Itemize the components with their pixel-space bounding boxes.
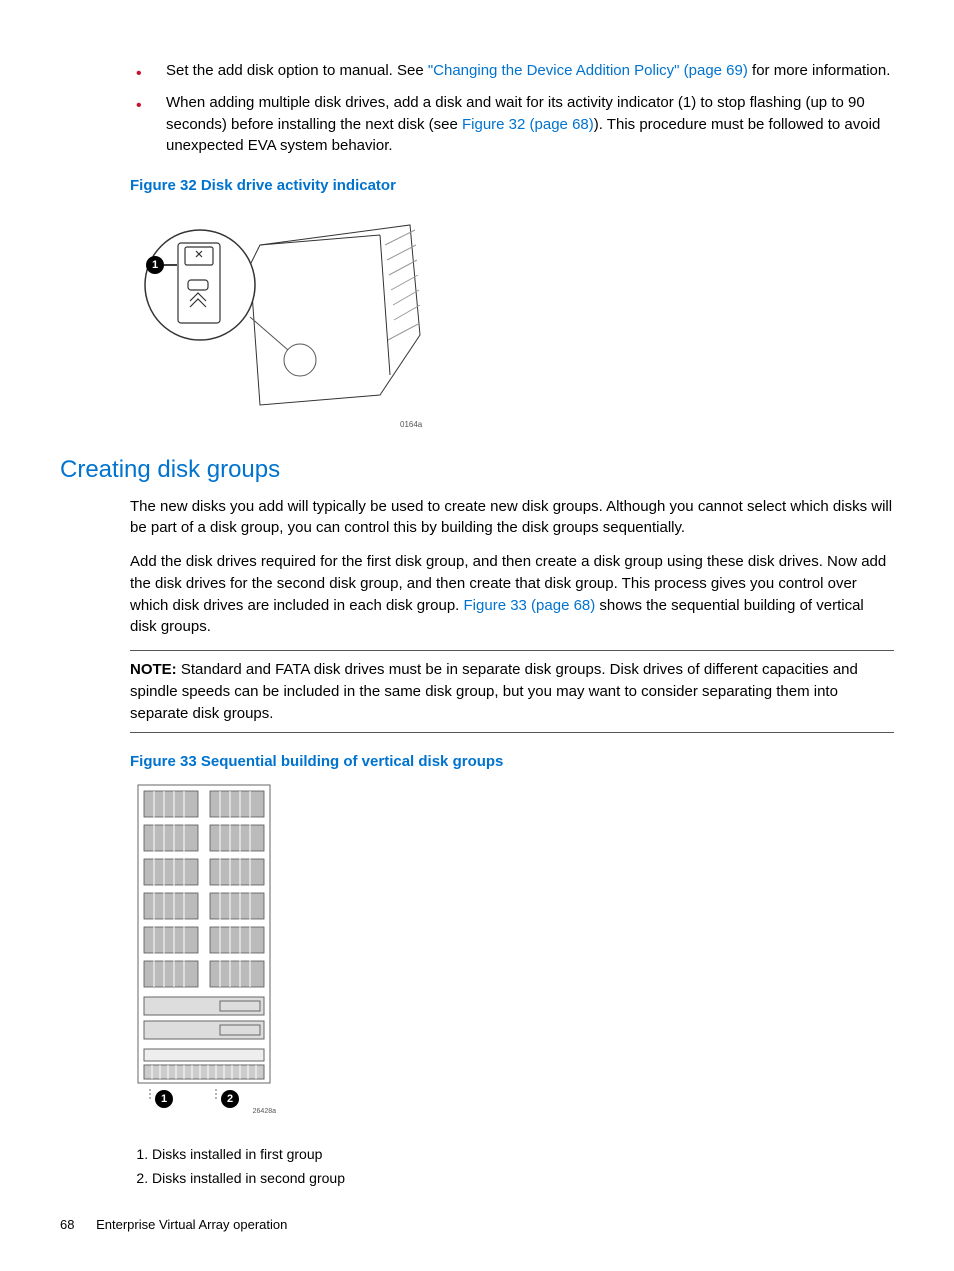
svg-text:2: 2 bbox=[227, 1093, 233, 1105]
figure-33-image: 1 2 26428a bbox=[130, 781, 280, 1116]
section-heading-creating-disk-groups: Creating disk groups bbox=[60, 453, 894, 488]
footer-title: Enterprise Virtual Array operation bbox=[96, 1217, 287, 1232]
bullet-text-post: for more information. bbox=[748, 62, 891, 79]
bullet-text-pre: Set the add disk option to manual. See bbox=[166, 62, 428, 79]
link-figure-33[interactable]: Figure 33 (page 68) bbox=[464, 597, 596, 614]
figure-32-image: 1 0164a bbox=[130, 205, 430, 435]
note-label: NOTE: bbox=[130, 661, 177, 678]
note-text: Standard and FATA disk drives must be in… bbox=[130, 661, 858, 722]
figure-32-caption: Figure 32 Disk drive activity indicator bbox=[130, 175, 894, 197]
svg-text:1: 1 bbox=[152, 259, 158, 271]
figure-33-legend: Disks installed in first group Disks ins… bbox=[152, 1144, 894, 1189]
legend-item: Disks installed in second group bbox=[152, 1168, 894, 1188]
svg-text:1: 1 bbox=[161, 1093, 167, 1105]
note-block: NOTE: Standard and FATA disk drives must… bbox=[130, 650, 894, 733]
figure-33-code: 26428a bbox=[253, 1108, 276, 1115]
paragraph: The new disks you add will typically be … bbox=[130, 496, 894, 540]
page-footer: 68 Enterprise Virtual Array operation bbox=[60, 1216, 894, 1235]
bullet-list: Set the add disk option to manual. See "… bbox=[130, 60, 894, 157]
page-number: 68 bbox=[60, 1216, 74, 1235]
legend-item: Disks installed in first group bbox=[152, 1144, 894, 1164]
bullet-item: When adding multiple disk drives, add a … bbox=[130, 92, 894, 157]
link-device-addition-policy[interactable]: "Changing the Device Addition Policy" (p… bbox=[428, 62, 748, 79]
bullet-item: Set the add disk option to manual. See "… bbox=[130, 60, 894, 82]
paragraph: Add the disk drives required for the fir… bbox=[130, 551, 894, 638]
link-figure-32[interactable]: Figure 32 (page 68) bbox=[462, 116, 594, 133]
figure-32-code: 0164a bbox=[400, 420, 423, 429]
figure-33-caption: Figure 33 Sequential building of vertica… bbox=[130, 751, 894, 773]
